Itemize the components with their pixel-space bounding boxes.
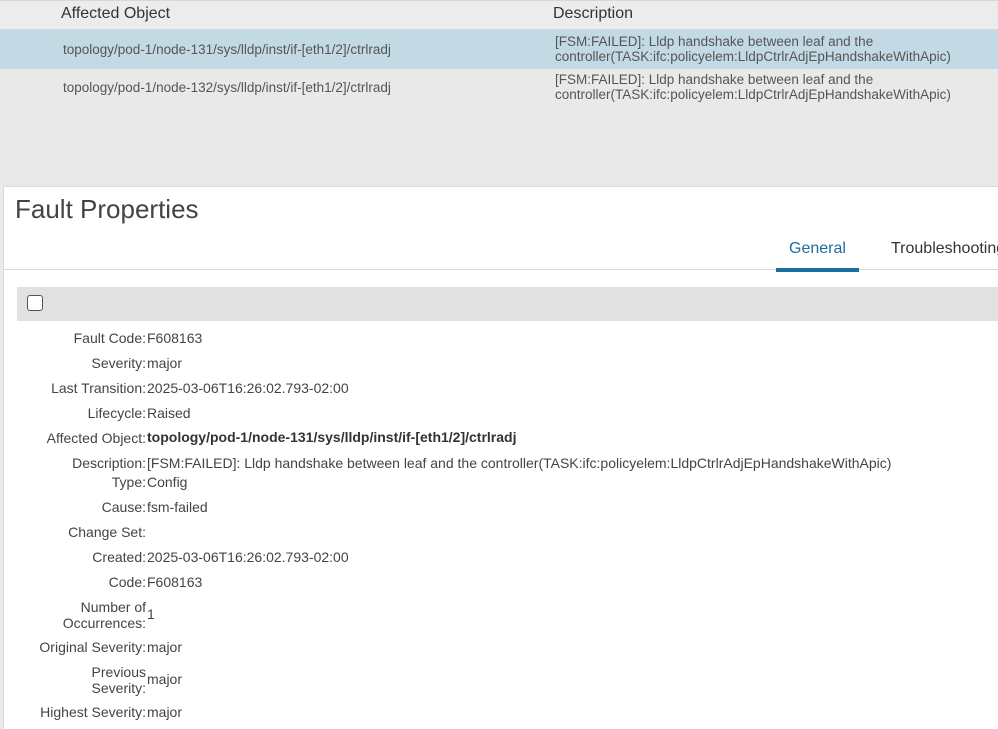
- prop-label: Created:: [92, 549, 146, 565]
- checkbox-icon[interactable]: [27, 295, 43, 311]
- prop-label: Previous Severity:: [92, 664, 146, 696]
- prop-label: Severity:: [91, 355, 146, 371]
- table-row[interactable]: topology/pod-1/node-131/sys/lldp/inst/if…: [0, 30, 998, 69]
- table-row[interactable]: topology/pod-1/node-132/sys/lldp/inst/if…: [0, 69, 998, 108]
- tab-troubleshooting[interactable]: Troubleshooting: [891, 240, 998, 270]
- row-description-line: controller(TASK:ifc:policyelem:LldpCtrlr…: [555, 87, 951, 102]
- tab-general[interactable]: General: [776, 240, 859, 272]
- prop-value: topology/pod-1/node-131/sys/lldp/inst/if…: [147, 429, 517, 445]
- column-header-description[interactable]: Description: [553, 5, 633, 23]
- prop-value: major: [147, 704, 183, 720]
- prop-label-line: Number of: [80, 599, 146, 615]
- prop-value: Raised: [147, 405, 191, 421]
- column-header-affected-object[interactable]: Affected Object: [61, 5, 170, 23]
- prop-label: Code:: [108, 574, 146, 590]
- prop-label-line: Severity:: [91, 680, 146, 696]
- prop-value: major: [147, 355, 183, 371]
- prop-label: Type:: [111, 474, 146, 490]
- prop-label: Cause:: [101, 499, 146, 515]
- row-description-line: [FSM:FAILED]: Lldp handshake between lea…: [555, 72, 874, 87]
- faults-table-header: Affected Object Description: [0, 1, 998, 30]
- prop-value: 2025-03-06T16:26:02.793-02:00: [147, 380, 349, 396]
- prop-value: fsm-failed: [147, 499, 208, 515]
- fault-properties-panel: Fault Properties General Troubleshooting…: [3, 186, 998, 729]
- row-description-line: [FSM:FAILED]: Lldp handshake between lea…: [555, 34, 874, 49]
- row-affected-object: topology/pod-1/node-131/sys/lldp/inst/if…: [63, 42, 391, 57]
- prop-label: Change Set:: [68, 524, 146, 540]
- panel-title: Fault Properties: [15, 194, 199, 224]
- prop-value: 1: [147, 606, 155, 622]
- prop-label: Description:: [72, 455, 146, 471]
- prop-label: Number of Occurrences:: [63, 599, 146, 631]
- tab-bar: General Troubleshooting: [4, 237, 998, 272]
- row-description-line: controller(TASK:ifc:policyelem:LldpCtrlr…: [555, 49, 951, 64]
- prop-label: Highest Severity:: [40, 704, 146, 720]
- prop-value: major: [147, 671, 183, 687]
- faults-table: Affected Object Description topology/pod…: [0, 0, 998, 186]
- prop-label-line: Occurrences:: [62, 615, 146, 631]
- prop-label: Fault Code:: [73, 330, 146, 346]
- prop-value: major: [147, 639, 183, 655]
- row-affected-object: topology/pod-1/node-132/sys/lldp/inst/if…: [63, 80, 391, 95]
- prop-label: Lifecycle:: [87, 405, 146, 421]
- prop-value: 2025-03-06T16:26:02.793-02:00: [147, 549, 349, 565]
- row-description: [FSM:FAILED]: Lldp handshake between lea…: [555, 72, 951, 102]
- prop-label: Last Transition:: [51, 380, 146, 396]
- prop-label: Affected Object:: [46, 430, 146, 446]
- prop-label-line: Previous: [91, 664, 146, 680]
- properties-toolbar: [17, 287, 998, 321]
- row-description: [FSM:FAILED]: Lldp handshake between lea…: [555, 34, 951, 64]
- prop-label: Original Severity:: [39, 639, 146, 655]
- prop-value: F608163: [147, 574, 203, 590]
- prop-value: Config: [147, 474, 188, 490]
- prop-value: F608163: [147, 330, 203, 346]
- prop-value: [FSM:FAILED]: Lldp handshake between lea…: [147, 455, 892, 471]
